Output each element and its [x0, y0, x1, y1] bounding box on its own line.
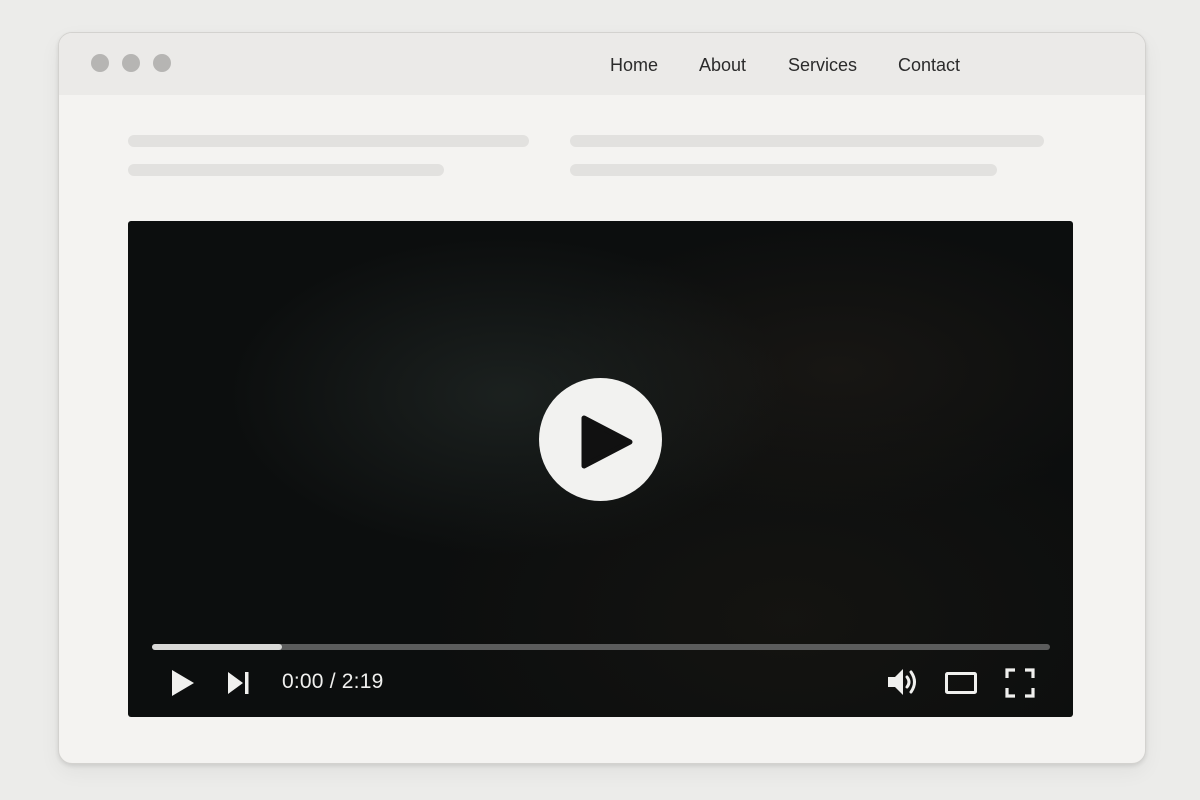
progress-bar[interactable] — [152, 644, 1050, 650]
play-icon — [172, 670, 194, 696]
video-player[interactable]: 0:00 / 2:19 — [128, 221, 1073, 717]
play-button[interactable] — [166, 667, 198, 699]
fullscreen-button[interactable] — [1004, 667, 1036, 699]
progress-bar-played — [152, 644, 283, 650]
title-bar: Home About Services Contact — [59, 33, 1145, 95]
theater-mode-icon — [945, 672, 977, 694]
volume-icon — [888, 669, 916, 695]
theater-mode-button[interactable] — [944, 670, 978, 696]
browser-window: Home About Services Contact 0:00 / 2:19 — [58, 32, 1146, 764]
nav-link-contact[interactable]: Contact — [898, 53, 960, 77]
time-display: 0:00 / 2:19 — [282, 670, 384, 693]
big-play-button[interactable] — [539, 378, 662, 501]
text-placeholder-line — [570, 135, 1044, 147]
nav-link-services[interactable]: Services — [788, 53, 857, 77]
play-icon — [581, 415, 633, 469]
nav-link-home[interactable]: Home — [610, 53, 658, 77]
volume-button[interactable] — [885, 666, 921, 698]
text-placeholder-line — [570, 164, 997, 176]
fullscreen-icon — [1005, 668, 1035, 698]
window-minimize-dot[interactable] — [122, 54, 140, 72]
nav-link-about[interactable]: About — [699, 53, 746, 77]
skip-next-icon — [228, 672, 249, 694]
window-maximize-dot[interactable] — [153, 54, 171, 72]
next-button[interactable] — [225, 670, 253, 696]
text-placeholder-line — [128, 135, 529, 147]
text-placeholder-line — [128, 164, 444, 176]
window-close-dot[interactable] — [91, 54, 109, 72]
